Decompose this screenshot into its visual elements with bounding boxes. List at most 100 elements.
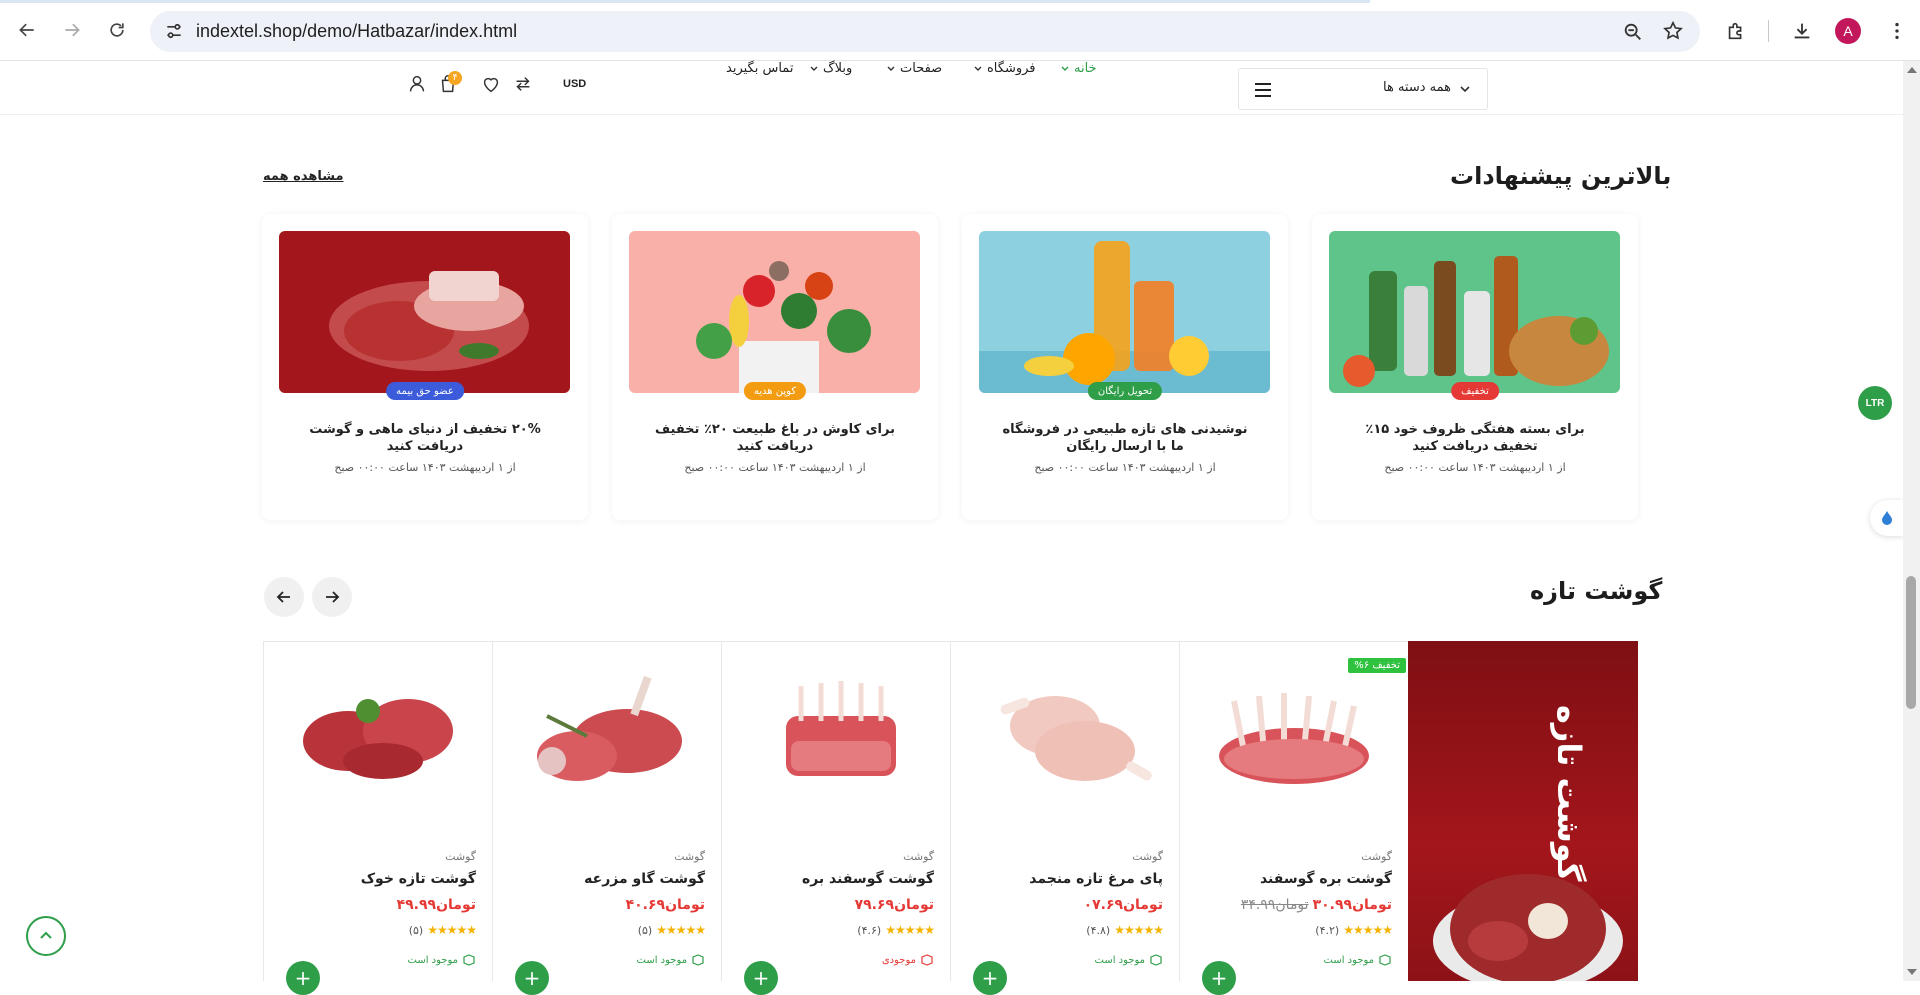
stock-status: موجود است <box>1095 953 1163 967</box>
puzzle-icon[interactable] <box>1719 14 1753 48</box>
offers-section-title: بالاترین پیشنهادات <box>1450 162 1672 190</box>
product-rating: ★★★★★ (۴.۸) <box>1086 923 1164 937</box>
chevron-down-icon <box>974 66 982 71</box>
stock-label: موجود است <box>1323 954 1374 966</box>
offer-badge: عضو حق بیمه <box>386 382 464 400</box>
add-to-cart-button[interactable]: + <box>744 961 778 995</box>
fresh-meat-banner[interactable]: گوشت تازه <box>1408 641 1638 981</box>
offer-card[interactable]: عضو حق بیمه ۲۰% تخفیف از دنیای ماهی و گو… <box>262 214 588 520</box>
arrow-left-icon <box>276 591 290 603</box>
product-category: گوشت <box>903 850 934 863</box>
categories-label: همه دسته ها <box>1383 80 1451 95</box>
page-scrollbar[interactable] <box>1903 61 1920 981</box>
water-drop-icon <box>1881 511 1892 525</box>
scroll-down-icon[interactable] <box>1907 969 1917 975</box>
product-card[interactable]: گوشت گوشت گوسفند بره تومان۷۹.۶۹ ★★★★★ (۴… <box>721 641 950 995</box>
offer-image-drinks <box>979 231 1270 393</box>
product-image-chicken-legs <box>975 671 1155 791</box>
nav-shop[interactable]: فروشگاه <box>973 61 1036 76</box>
offer-title: ۲۰% تخفیف از دنیای ماهی و گوشت دریافت کن… <box>309 422 541 454</box>
product-name[interactable]: گوشت بره گوسفند <box>1260 871 1392 887</box>
kebab-menu-icon[interactable] <box>1880 14 1914 48</box>
offer-date: از ۱ اردیبهشت ۱۴۰۳ ساعت ۰۰:۰۰ صبح <box>1384 461 1566 474</box>
currency-selector[interactable]: USD <box>563 78 586 90</box>
stock-status: موجودی <box>882 953 934 967</box>
nav-home[interactable]: خانه <box>1060 61 1097 76</box>
toolbar-divider <box>1768 20 1769 42</box>
offer-date: از ۱ اردیبهشت ۱۴۰۳ ساعت ۰۰:۰۰ صبح <box>1034 461 1216 474</box>
add-to-cart-button[interactable]: + <box>973 961 1007 995</box>
url-text[interactable]: indextel.shop/demo/Hatbazar/index.html <box>196 21 517 42</box>
scroll-to-top-button[interactable] <box>26 916 66 956</box>
scroll-up-icon[interactable] <box>1907 67 1917 73</box>
product-name[interactable]: گوشت گاو مزرعه <box>584 871 705 887</box>
offer-card[interactable]: تخفیف برای بسته هفتگی ظروف خود ۱۵٪ تخفیف… <box>1312 214 1638 520</box>
user-icon[interactable] <box>406 73 428 95</box>
hamburger-icon[interactable] <box>1255 83 1271 97</box>
fresh-meat-section-title: گوشت تازه <box>1530 577 1663 605</box>
all-categories-dropdown[interactable]: همه دسته ها <box>1238 68 1488 110</box>
download-icon[interactable] <box>1785 14 1819 48</box>
ltr-toggle-button[interactable]: LTR <box>1858 386 1892 420</box>
nav-blog[interactable]: وبلاگ <box>809 61 852 76</box>
price-current: تومان۰۷.۶۹ <box>1083 897 1163 913</box>
nav-blog-label: وبلاگ <box>823 61 853 76</box>
arrow-right-icon <box>326 591 340 603</box>
star-icon[interactable] <box>1662 20 1684 42</box>
forward-arrow-icon[interactable] <box>56 14 88 46</box>
offer-image-meat <box>279 231 570 393</box>
product-card[interactable]: گوشت گوشت تازه خوک تومان۴۹.۹۹ ★★★★★ (۵) … <box>263 641 492 995</box>
star-rating-icon: ★★★★★ <box>1114 923 1164 937</box>
product-card[interactable]: گوشت گوشت گاو مزرعه تومان۴۰.۶۹ ★★★★★ (۵)… <box>492 641 721 995</box>
offer-card[interactable]: کوپن هدیه برای کاوش در باغ طبیعت ۲۰٪ تخف… <box>612 214 938 520</box>
offer-title: نوشیدنی های تازه طبیعی در فروشگاه ما با … <box>1002 422 1248 454</box>
nav-contact[interactable]: تماس بگیرید <box>726 61 793 76</box>
add-to-cart-button[interactable]: + <box>515 961 549 995</box>
product-image-lamb-rack <box>1204 671 1384 791</box>
add-to-cart-button[interactable]: + <box>1202 961 1236 995</box>
cart-count-badge: ۴ <box>448 71 462 85</box>
stock-label: موجودی <box>881 954 916 966</box>
chevron-down-icon <box>1460 86 1470 93</box>
product-card[interactable]: تخفیف ۶% گوشت گوشت بره گوسفند تومان۳۰.۹۹… <box>1179 641 1408 995</box>
address-bar[interactable]: indextel.shop/demo/Hatbazar/index.html <box>150 11 1700 52</box>
product-name[interactable]: پای مرغ تازه منجمد <box>1029 871 1163 887</box>
box-icon <box>1379 954 1391 966</box>
price-old: تومان۳۴.۹۹ <box>1240 897 1309 913</box>
offer-date: از ۱ اردیبهشت ۱۴۰۳ ساعت ۰۰:۰۰ صبح <box>334 461 516 474</box>
product-image-lamb-chops <box>746 671 926 791</box>
zoom-icon[interactable] <box>1622 21 1644 43</box>
star-rating-icon: ★★★★★ <box>427 923 477 937</box>
color-picker-button[interactable] <box>1870 500 1903 536</box>
product-rating: ★★★★★ (۵) <box>638 923 706 937</box>
reload-icon[interactable] <box>101 14 133 46</box>
browser-toolbar: indextel.shop/demo/Hatbazar/index.html A <box>0 0 1920 61</box>
rating-value: (۴.۸) <box>1086 923 1111 937</box>
nav-pages[interactable]: صفحات <box>886 61 942 76</box>
stock-label: موجود است <box>636 954 687 966</box>
rating-value: (۵) <box>408 923 424 937</box>
scrollbar-thumb[interactable] <box>1906 576 1916 709</box>
product-name[interactable]: گوشت تازه خوک <box>361 871 476 887</box>
product-category: گوشت <box>1361 850 1392 863</box>
product-price: تومان۴۹.۹۹ <box>397 897 476 913</box>
heart-icon[interactable] <box>480 73 502 95</box>
compare-icon[interactable] <box>512 73 534 95</box>
product-name[interactable]: گوشت گوسفند بره <box>802 871 934 887</box>
see-all-link[interactable]: مشاهده همه <box>263 169 344 184</box>
product-card[interactable]: گوشت پای مرغ تازه منجمد تومان۰۷.۶۹ ★★★★★… <box>950 641 1179 995</box>
product-price: تومان۷۹.۶۹ <box>855 897 934 913</box>
site-settings-icon[interactable] <box>164 21 184 41</box>
box-icon <box>692 954 704 966</box>
add-to-cart-button[interactable]: + <box>286 961 320 995</box>
prev-arrow-button[interactable] <box>264 577 304 617</box>
profile-avatar[interactable]: A <box>1835 18 1861 44</box>
rating-value: (۴.۲) <box>1315 923 1340 937</box>
back-arrow-icon[interactable] <box>11 14 43 46</box>
stock-label: موجود است <box>407 954 458 966</box>
offer-card[interactable]: تحویل رایگان نوشیدنی های تازه طبیعی در ف… <box>962 214 1288 520</box>
product-rating: ★★★★★ (۴.۶) <box>857 923 935 937</box>
next-arrow-button[interactable] <box>312 577 352 617</box>
price-current: تومان۴۹.۹۹ <box>396 897 476 913</box>
star-rating-icon: ★★★★★ <box>885 923 935 937</box>
